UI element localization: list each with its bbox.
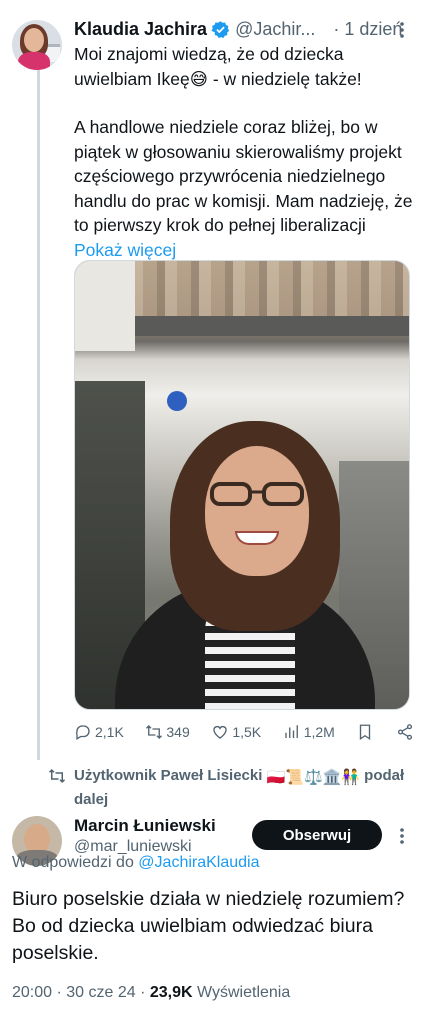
reply-mention-link[interactable]: @JachiraKlaudia xyxy=(138,854,259,871)
like-count: 1,5K xyxy=(232,724,262,740)
tweet-paragraph-1: Moi znajomi wiedzą, że od dziecka uwielb… xyxy=(74,44,362,89)
reply-author-name[interactable]: Marcin Łuniewski xyxy=(74,816,216,836)
bookmark-icon xyxy=(360,724,371,741)
reply-text: Biuro poselskie działa w niedzielę rozum… xyxy=(12,888,405,964)
like-button[interactable]: 1,5K xyxy=(211,723,261,741)
bookmark-button[interactable] xyxy=(356,723,374,741)
retweet-notice[interactable]: Użytkownik Paweł Lisiecki 🇵🇱📜⚖️🏛️👫 podał… xyxy=(0,762,424,812)
reply-meta: 20:00 · 30 cze 24 · 23,9K Wyświetlenia xyxy=(12,984,412,1002)
views-button[interactable]: 1,2M xyxy=(283,723,335,741)
author-name[interactable]: Klaudia Jachira xyxy=(74,19,207,40)
repost-button[interactable]: 349 xyxy=(145,723,190,741)
more-icon[interactable] xyxy=(392,20,412,40)
reply-context: W odpowiedzi do @JachiraKlaudia xyxy=(12,854,260,871)
follow-button[interactable]: Obserwuj xyxy=(252,820,382,850)
views-icon xyxy=(285,725,298,738)
tweet-text: Moi znajomi wiedzą, że od dziecka uwielb… xyxy=(74,42,414,262)
retweet-notice-text: Użytkownik Paweł Lisiecki 🇵🇱📜⚖️🏛️👫 podał… xyxy=(74,767,405,808)
show-more-link[interactable]: Pokaż więcej xyxy=(74,240,176,260)
tweet-photo[interactable] xyxy=(74,260,410,710)
tweet-header: Klaudia Jachira @Jachir... · 1 dzień xyxy=(74,16,414,42)
tweet-paragraph-2: A handlowe niedziele coraz bliżej, bo w … xyxy=(74,117,413,260)
retweet-notice-emoji: 🇵🇱📜⚖️🏛️👫 xyxy=(266,769,360,786)
reply-views-label: Wyświetlenia xyxy=(197,984,291,1001)
tweet-actions: 2,1K 349 1,5K 1,2M xyxy=(74,720,414,744)
views-count: 1,2M xyxy=(303,724,335,740)
share-icon xyxy=(397,724,413,740)
author-handle[interactable]: @Jachir... xyxy=(235,19,315,40)
reply-button[interactable]: 2,1K xyxy=(74,723,124,741)
author-avatar[interactable] xyxy=(12,20,62,70)
reply-icon xyxy=(75,725,90,740)
repost-count: 349 xyxy=(166,724,190,740)
share-button[interactable] xyxy=(396,723,414,741)
repost-icon xyxy=(146,725,163,739)
reply-timestamp[interactable]: 20:00 · 30 cze 24 · xyxy=(12,984,145,1001)
verified-badge-icon xyxy=(211,20,230,38)
retweet-indicator-icon xyxy=(48,768,66,784)
reply-more-icon[interactable] xyxy=(392,826,412,846)
thread-connector-line xyxy=(37,70,40,760)
like-icon xyxy=(213,725,228,739)
reply-views-count: 23,9K xyxy=(149,984,193,1001)
reply-count: 2,1K xyxy=(95,724,124,740)
